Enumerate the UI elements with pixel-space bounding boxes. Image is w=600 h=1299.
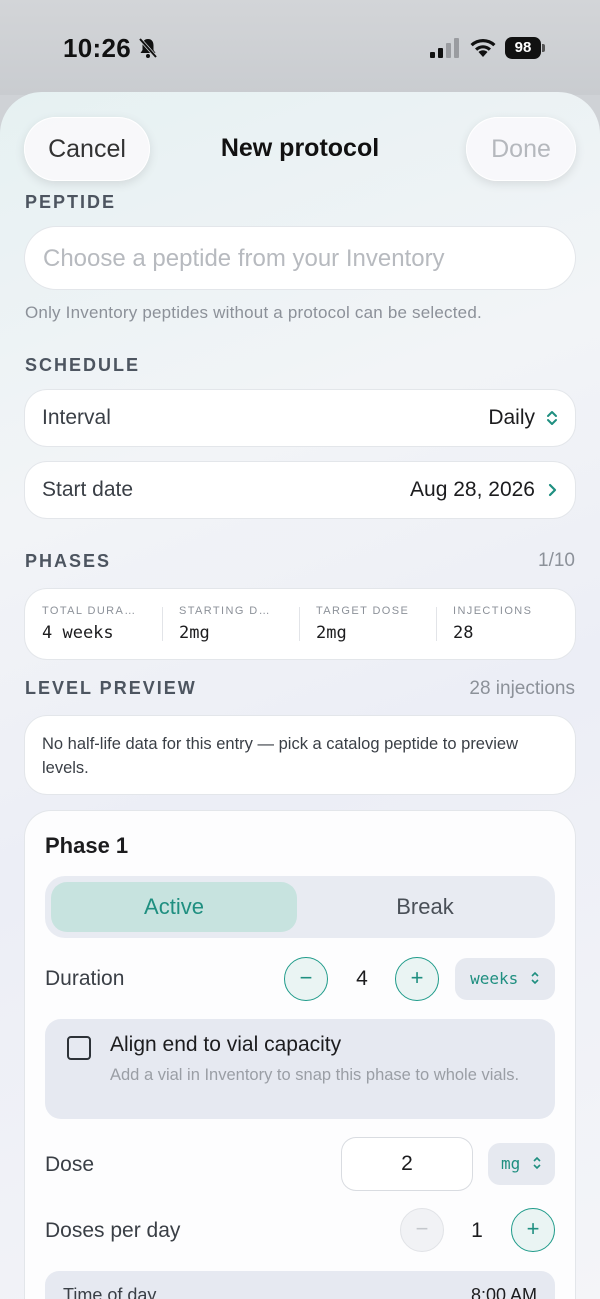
align-subtitle: Add a vial in Inventory to snap this pha… [110,1066,520,1084]
level-preview-note: No half-life data for this entry — pick … [25,716,575,794]
phase-summary-card: TOTAL DURA… 4 weeks STARTING D… 2mg TARG… [25,589,575,659]
doses-per-day-label: Doses per day [45,1219,181,1242]
stat-value: 2mg [316,623,347,643]
segment-active[interactable]: Active [51,882,297,932]
peptide-placeholder: Choose a peptide from your Inventory [43,245,445,272]
doses-per-day-increment-button[interactable]: + [511,1208,555,1252]
stat-label: TOTAL DURA… [42,605,137,617]
phase-1-card: Phase 1 Active Break Duration − 4 + week… [25,811,575,1299]
peptide-picker[interactable]: Choose a peptide from your Inventory [25,227,575,289]
time-of-day-label: Time of day [63,1285,157,1299]
new-protocol-sheet: Cancel New protocol Done PEPTIDE Choose … [0,92,600,1299]
phases-count: 1/10 [538,550,575,571]
battery-icon: 98 [505,37,545,59]
chevron-up-down-icon [533,1156,541,1170]
align-vial-option[interactable]: Align end to vial capacity Add a vial in… [45,1019,555,1119]
interval-label: Interval [42,406,111,429]
level-preview-note-text: No half-life data for this entry — pick … [42,735,518,777]
stat-label: STARTING D… [179,605,271,617]
segment-break[interactable]: Break [300,882,550,932]
schedule-section-label: SCHEDULE [25,355,141,375]
duration-label: Duration [45,967,125,990]
wifi-icon [470,38,496,57]
cancel-button[interactable]: Cancel [24,117,150,181]
interval-row[interactable]: Interval Daily [25,390,575,446]
stat-total-duration: TOTAL DURA… 4 weeks [25,589,162,659]
duration-increment-button[interactable]: + [395,957,439,1001]
align-checkbox[interactable] [67,1036,91,1060]
stat-value: 4 weeks [42,623,114,643]
level-preview-count: 28 injections [469,678,575,699]
dose-unit-picker[interactable]: mg [488,1143,555,1185]
stat-value: 2mg [179,623,210,643]
phases-section-label: PHASES [25,551,112,571]
chevron-right-icon [548,483,557,497]
start-date-value: Aug 28, 2026 [410,478,535,501]
stat-starting-dose: STARTING D… 2mg [162,589,299,659]
dose-unit-label: mg [501,1154,521,1173]
stat-target-dose: TARGET DOSE 2mg [299,589,436,659]
align-title: Align end to vial capacity [110,1033,342,1056]
status-time: 10:26 [63,33,131,63]
peptide-section-label: PEPTIDE [25,192,117,212]
phase-title: Phase 1 [45,833,129,858]
phase-mode-segmented-control: Active Break [45,876,555,938]
doses-per-day-value: 1 [471,1219,483,1242]
bell-slash-icon [138,37,158,59]
duration-decrement-button[interactable]: − [284,957,328,1001]
chevron-up-down-icon [531,971,539,985]
stat-label: INJECTIONS [453,605,533,617]
time-of-day-row[interactable]: Time of day 8:00 AM [45,1271,555,1299]
chevron-up-down-icon [547,411,557,425]
status-bar: 10:26 98 [0,0,600,95]
dose-label: Dose [45,1153,95,1176]
stat-label: TARGET DOSE [316,605,410,617]
level-preview-section-label: LEVEL PREVIEW [25,678,197,698]
done-button[interactable]: Done [466,117,576,181]
signal-icon [430,38,459,58]
start-date-label: Start date [42,478,134,501]
battery-level: 98 [505,37,541,59]
duration-value: 4 [356,967,368,990]
page-title: New protocol [220,134,380,162]
peptide-hint: Only Inventory peptides without a protoc… [25,303,482,322]
interval-value: Daily [488,406,535,429]
doses-per-day-decrement-button[interactable]: − [400,1208,444,1252]
duration-unit-picker[interactable]: weeks [455,958,555,1000]
time-of-day-value: 8:00 AM [470,1285,537,1299]
stat-value: 28 [453,623,474,643]
stat-injections: INJECTIONS 28 [436,589,575,659]
duration-unit-label: weeks [470,969,519,988]
start-date-row[interactable]: Start date Aug 28, 2026 [25,462,575,518]
dose-input[interactable]: 2 [342,1138,472,1190]
